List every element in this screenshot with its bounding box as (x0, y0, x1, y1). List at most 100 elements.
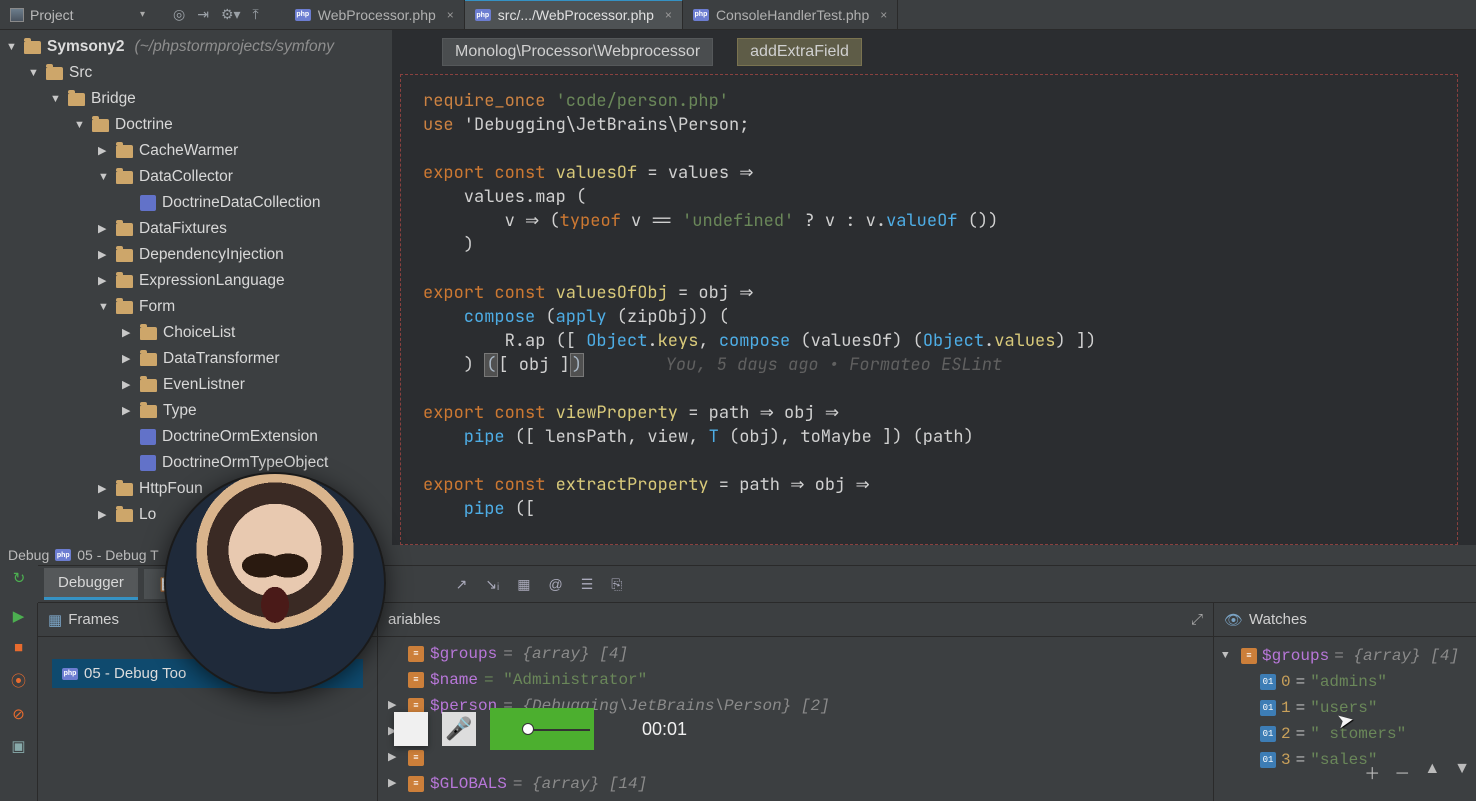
tab-debugger[interactable]: Debugger (44, 568, 138, 600)
layout-icon[interactable]: ▣ (11, 737, 25, 755)
chevron-right-icon[interactable] (388, 641, 402, 667)
evaluate-icon[interactable]: ▦ (517, 576, 530, 593)
step-into-icon[interactable]: ↘ᵢ (485, 576, 499, 593)
tab-webprocessor[interactable]: php WebProcessor.php × (285, 0, 465, 30)
input-level-slider[interactable] (490, 708, 594, 750)
chevron-down-icon[interactable] (98, 164, 110, 190)
tree-item[interactable]: DoctrineOrmExtension (6, 424, 392, 450)
breadcrumb-method[interactable]: addExtraField (737, 38, 862, 66)
tree-item-label: DependencyInjection (139, 242, 284, 268)
tree-item[interactable]: ChoiceList (6, 320, 392, 346)
tree-item[interactable]: DoctrineOrmTypeObject (6, 450, 392, 476)
tree-item[interactable]: Doctrine (6, 112, 392, 138)
close-icon[interactable]: × (665, 8, 672, 22)
chevron-right-icon[interactable] (98, 268, 110, 294)
chevron-right-icon[interactable]: ▶ (388, 771, 402, 797)
watch-item[interactable]: 010 = "admins" (1218, 669, 1472, 695)
hide-icon[interactable]: ⤒ (253, 6, 259, 23)
tree-item[interactable]: DoctrineDataCollection (6, 190, 392, 216)
step-over-icon[interactable]: ↗ (456, 576, 468, 593)
chevron-down-icon[interactable] (74, 112, 86, 138)
tree-root[interactable]: Symsony2 (~/phpstormprojects/symfony (6, 34, 392, 60)
folder-icon (92, 119, 109, 132)
tab-webprocessor-src[interactable]: php src/.../WebProcessor.php × (465, 0, 683, 29)
mute-icon[interactable]: ⊘ (12, 705, 25, 723)
variable-row[interactable]: ≡$groups = {array} [4] (378, 641, 1213, 667)
watch-index: 0 (1281, 669, 1291, 695)
var-badge-icon: ≡ (1241, 648, 1257, 664)
watch-root[interactable]: ▼ ≡ $groups = {array} [4] (1218, 643, 1472, 669)
close-icon[interactable]: × (447, 8, 454, 22)
tree-item[interactable]: Type (6, 398, 392, 424)
var-badge-icon: ≡ (408, 776, 424, 792)
remove-watch-icon[interactable]: － (1394, 760, 1410, 784)
chevron-down-icon[interactable] (98, 294, 110, 320)
microphone-icon[interactable]: 🎤 (442, 712, 476, 746)
folder-icon (116, 275, 133, 288)
chevron-down-icon[interactable] (50, 86, 62, 112)
chevron-down-icon[interactable]: ▼ (1222, 643, 1236, 669)
project-dropdown[interactable]: Project ▾ (0, 7, 155, 23)
variable-row[interactable]: ▶ ≡ $GLOBALS = {array} [14] (378, 771, 1213, 797)
resume-icon[interactable]: ▶ (13, 607, 25, 625)
php-icon: php (475, 9, 491, 21)
debug-gutter: ▶ ■ ⦿ ⊘ ▣ (0, 603, 38, 801)
folder-icon (140, 405, 157, 418)
tree-item[interactable]: ExpressionLanguage (6, 268, 392, 294)
variable-value: = {array} [14] (513, 771, 647, 797)
tree-item[interactable]: DataCollector (6, 164, 392, 190)
breadcrumb-row: Monolog\Processor\Webprocessor addExtraF… (392, 30, 1476, 74)
rerun-icon[interactable]: ↻ (13, 569, 26, 587)
php-file-icon (140, 429, 156, 445)
tree-item[interactable]: DependencyInjection (6, 242, 392, 268)
chevron-right-icon[interactable] (98, 502, 110, 528)
tree-item[interactable]: Bridge (6, 86, 392, 112)
tree-item[interactable]: Src (6, 60, 392, 86)
collapse-icon[interactable]: ⇥ (197, 6, 209, 23)
chevron-right-icon[interactable] (122, 346, 134, 372)
project-tree[interactable]: Symsony2 (~/phpstormprojects/symfony Src… (0, 30, 392, 528)
expand-icon[interactable]: ⤢ (1191, 611, 1203, 628)
tab-consolehandlertest[interactable]: php ConsoleHandlerTest.php × (683, 0, 898, 30)
watches-header: 👁 Watches (1214, 603, 1476, 637)
variable-name: $GLOBALS (430, 771, 507, 797)
tree-item[interactable]: Form (6, 294, 392, 320)
down-icon[interactable]: ▼ (1454, 760, 1470, 784)
breakpoints-icon[interactable]: ⦿ (11, 670, 26, 691)
watch-value: "admins" (1310, 669, 1387, 695)
chevron-right-icon[interactable] (122, 320, 134, 346)
tree-item[interactable]: DataTransformer (6, 346, 392, 372)
debug-label: Debug (8, 547, 49, 563)
chevron-right-icon[interactable] (98, 476, 110, 502)
chevron-down-icon[interactable] (6, 34, 18, 60)
chevron-right-icon[interactable] (98, 138, 110, 164)
tree-item[interactable]: CacheWarmer (6, 138, 392, 164)
php-icon: php (295, 9, 311, 21)
stop-recording-button[interactable] (394, 712, 428, 746)
gear-icon[interactable]: ⚙▾ (221, 6, 241, 23)
chevron-right-icon[interactable] (388, 667, 402, 693)
breadcrumb-namespace[interactable]: Monolog\Processor\Webprocessor (442, 38, 713, 66)
tab-label: ConsoleHandlerTest.php (716, 7, 869, 23)
add-watch-icon[interactable]: ＋ (1364, 760, 1380, 784)
chevron-down-icon[interactable] (28, 60, 40, 86)
tree-item-label: Type (163, 398, 197, 424)
chevron-right-icon[interactable] (98, 242, 110, 268)
stop-icon[interactable]: ■ (14, 639, 23, 656)
tree-item[interactable]: DataFixtures (6, 216, 392, 242)
tree-item[interactable]: EvenListner (6, 372, 392, 398)
tree-item-label: DataFixtures (139, 216, 227, 242)
main-row: Symsony2 (~/phpstormprojects/symfony Src… (0, 30, 1476, 545)
up-icon[interactable]: ▲ (1424, 760, 1440, 784)
code-editor[interactable]: require_once 'code/person.php'use 'Debug… (400, 74, 1458, 545)
chevron-right-icon[interactable] (122, 372, 134, 398)
var-badge-icon: ≡ (408, 646, 424, 662)
target-icon[interactable]: ◎ (173, 6, 185, 23)
list-icon[interactable]: ☰ (581, 576, 594, 593)
mention-icon[interactable]: @ (549, 576, 563, 593)
variable-row[interactable]: ≡$name = "Administrator" (378, 667, 1213, 693)
chevron-right-icon[interactable] (98, 216, 110, 242)
close-icon[interactable]: × (880, 8, 887, 22)
chevron-right-icon[interactable] (122, 398, 134, 424)
copy-icon[interactable]: ⎘ (611, 576, 622, 593)
